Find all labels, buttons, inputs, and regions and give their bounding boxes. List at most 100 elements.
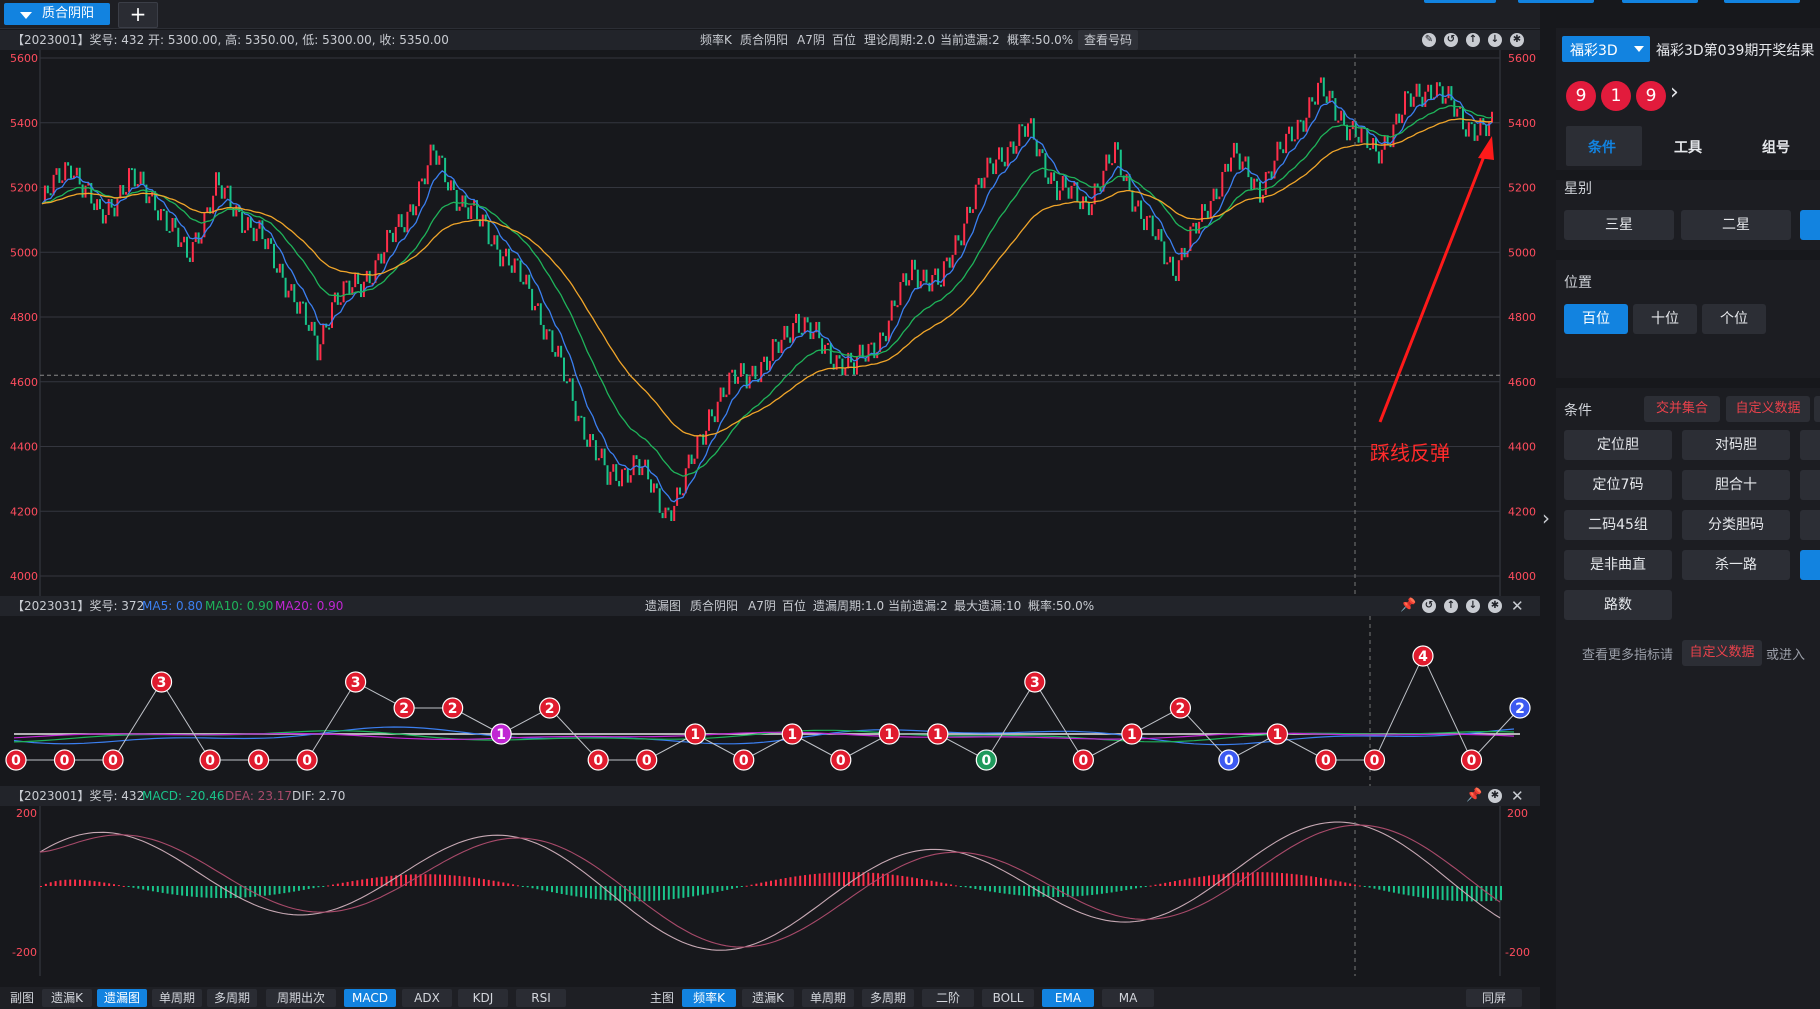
candle bbox=[458, 206, 461, 211]
star-one-button[interactable] bbox=[1800, 210, 1820, 240]
macd-y-tick-top-right: 200 bbox=[1507, 807, 1528, 820]
candle bbox=[577, 415, 580, 422]
position-hundreds-button[interactable]: 百位 bbox=[1564, 304, 1628, 334]
close-icon[interactable]: ✕ bbox=[1511, 786, 1524, 806]
position-tens-button[interactable]: 十位 bbox=[1633, 304, 1697, 334]
refresh-icon[interactable]: ↺ bbox=[1444, 33, 1458, 47]
condition-button[interactable] bbox=[1800, 430, 1820, 460]
condition-button[interactable]: 定位7码 bbox=[1564, 470, 1672, 500]
view-numbers-button[interactable]: 查看号码 bbox=[1078, 30, 1139, 50]
sub-macd-button[interactable]: MACD bbox=[344, 989, 396, 1007]
window-control-accent[interactable] bbox=[1622, 0, 1698, 3]
window-control-accent[interactable] bbox=[1424, 0, 1496, 3]
condition-button[interactable]: 二码45组 bbox=[1564, 510, 1672, 540]
intersection-union-link[interactable]: 交并集合 bbox=[1644, 396, 1720, 422]
arrow-up-icon[interactable]: ↑ bbox=[1444, 599, 1458, 613]
lottery-select[interactable]: 福彩3D bbox=[1562, 36, 1650, 62]
arrow-down-icon[interactable]: ↓ bbox=[1488, 33, 1502, 47]
chevron-right-icon[interactable]: › bbox=[1670, 80, 1679, 105]
add-tab-button[interactable]: + bbox=[118, 2, 158, 28]
macd-bar bbox=[1281, 873, 1283, 886]
sub-multi-cycle-button[interactable]: 多周期 bbox=[207, 989, 257, 1007]
condition-button[interactable] bbox=[1800, 550, 1820, 580]
settings-icon[interactable]: ✱ bbox=[1510, 33, 1524, 47]
sub-kdj-button[interactable]: KDJ bbox=[458, 989, 508, 1007]
macd-bar bbox=[692, 886, 695, 897]
macd-bar bbox=[813, 873, 816, 886]
y-tick-label: 5000 bbox=[10, 246, 38, 259]
refresh-icon[interactable]: ↺ bbox=[1422, 599, 1436, 613]
omission-marker-label: 0 bbox=[642, 753, 652, 769]
main-ma-button[interactable]: MA bbox=[1102, 989, 1154, 1007]
condition-button[interactable]: 胆合十 bbox=[1682, 470, 1790, 500]
custom-data-link[interactable]: 自定义数据 bbox=[1682, 640, 1762, 666]
sub-adx-button[interactable]: ADX bbox=[402, 989, 452, 1007]
chevron-right-icon[interactable]: › bbox=[1542, 506, 1550, 530]
condition-button[interactable]: 杀一路 bbox=[1682, 550, 1790, 580]
candles bbox=[43, 77, 1493, 522]
custom-data-link[interactable]: 自定义数据 bbox=[1726, 396, 1810, 422]
condition-button[interactable]: 路数 bbox=[1564, 590, 1672, 620]
condition-button[interactable]: 是非曲直 bbox=[1564, 550, 1672, 580]
ema-fast-line bbox=[41, 93, 1493, 503]
candle bbox=[1206, 210, 1209, 219]
window-control-accent[interactable] bbox=[1724, 0, 1800, 3]
edit-icon[interactable]: ✎ bbox=[1422, 33, 1436, 47]
star-three-button[interactable]: 三星 bbox=[1564, 210, 1674, 240]
macd-bar bbox=[1203, 876, 1206, 886]
condition-button[interactable]: 定位胆 bbox=[1564, 430, 1672, 460]
macd-bar bbox=[1475, 886, 1478, 902]
main-ema-button[interactable]: EMA bbox=[1042, 989, 1094, 1007]
condition-button[interactable] bbox=[1800, 470, 1820, 500]
candle bbox=[377, 253, 380, 261]
condition-button[interactable]: 对码胆 bbox=[1682, 430, 1790, 460]
macd-bar bbox=[1490, 886, 1493, 901]
condition-button[interactable] bbox=[1800, 510, 1820, 540]
macd-bar bbox=[1091, 886, 1094, 895]
sub-omission-chart-button[interactable]: 遗漏图 bbox=[97, 989, 147, 1007]
main-frequency-k-button[interactable]: 频率K bbox=[682, 989, 736, 1007]
pin-icon[interactable]: 📌 bbox=[1400, 599, 1416, 613]
more-link[interactable] bbox=[1814, 396, 1820, 422]
tab-conditions[interactable]: 条件 bbox=[1566, 126, 1642, 166]
condition-button[interactable]: 分类胆码 bbox=[1682, 510, 1790, 540]
macd-bar bbox=[487, 879, 490, 886]
omission-chart[interactable]: 0 0 0 3 0 0 0 3 2 2 1 2 0 0 1 0 1 0 1 1 0 3 0 1 2 0 1 0 0 4 0 2 bbox=[0, 616, 1540, 786]
sub-single-cycle-button[interactable]: 单周期 bbox=[152, 989, 202, 1007]
candle bbox=[101, 209, 104, 224]
candle bbox=[615, 464, 618, 481]
settings-icon[interactable]: ✱ bbox=[1488, 789, 1502, 803]
sub-rsi-button[interactable]: RSI bbox=[516, 989, 566, 1007]
tab-label: 质合阴阳 bbox=[42, 6, 95, 21]
settings-icon[interactable]: ✱ bbox=[1488, 599, 1502, 613]
frequency-k-chart[interactable]: 5600 5400 5200 5000 4800 4600 4400 4200 4000 560… bbox=[0, 50, 1540, 596]
macd-chart[interactable]: 200 -200 200 -200 bbox=[0, 806, 1540, 986]
arrow-down-icon[interactable]: ↓ bbox=[1466, 599, 1480, 613]
tab-tools[interactable]: 工具 bbox=[1674, 137, 1702, 157]
indicator-group: 质合阴阳 bbox=[690, 599, 739, 613]
main-boll-button[interactable]: BOLL bbox=[982, 989, 1034, 1007]
pin-icon[interactable]: 📌 bbox=[1466, 789, 1482, 803]
sidebar-collapse-strip[interactable]: › bbox=[1540, 28, 1556, 1009]
sub-cycle-count-button[interactable]: 周期出次 bbox=[266, 989, 336, 1007]
macd-bar bbox=[215, 886, 218, 898]
position-units-button[interactable]: 个位 bbox=[1702, 304, 1766, 334]
arrow-up-icon[interactable]: ↑ bbox=[1466, 33, 1480, 47]
candle bbox=[995, 159, 998, 175]
candle bbox=[545, 329, 548, 340]
tab-group-numbers[interactable]: 组号 bbox=[1762, 137, 1790, 157]
close-icon[interactable]: ✕ bbox=[1511, 596, 1524, 616]
candle bbox=[55, 168, 58, 175]
candle bbox=[821, 338, 824, 354]
star-two-button[interactable]: 二星 bbox=[1681, 210, 1791, 240]
candle bbox=[1218, 196, 1221, 200]
sync-screen-button[interactable]: 同屏 bbox=[1466, 989, 1522, 1007]
main-second-order-button[interactable]: 二阶 bbox=[922, 989, 974, 1007]
sub-omission-k-button[interactable]: 遗漏K bbox=[42, 989, 92, 1007]
window-control-accent[interactable] bbox=[1518, 0, 1594, 3]
main-multi-cycle-button[interactable]: 多周期 bbox=[862, 989, 914, 1007]
tab-active[interactable]: 质合阴阳 bbox=[4, 3, 110, 25]
candle bbox=[528, 274, 531, 289]
main-single-cycle-button[interactable]: 单周期 bbox=[802, 989, 854, 1007]
main-omission-k-button[interactable]: 遗漏K bbox=[742, 989, 794, 1007]
